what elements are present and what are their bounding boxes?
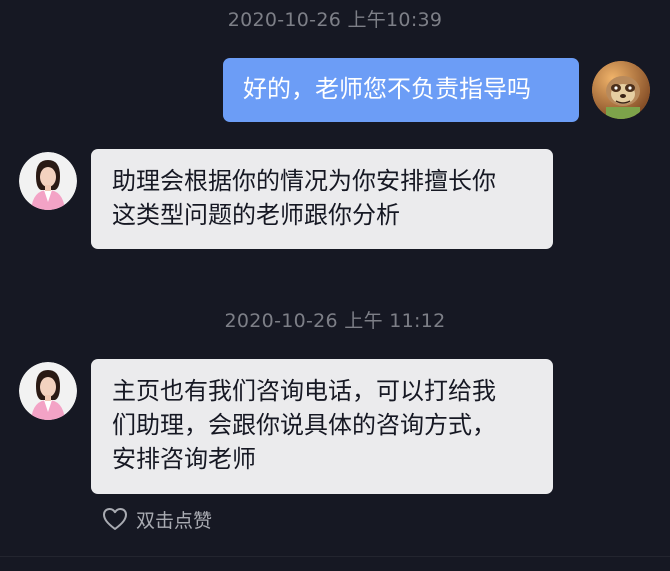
outgoing-message-bubble[interactable]: 好的，老师您不负责指导吗	[223, 58, 579, 122]
chat-timestamp: 2020-10-26 上午 11:12	[224, 310, 446, 332]
like-label: 双击点赞	[136, 509, 213, 532]
agent-avatar[interactable]	[19, 152, 77, 210]
like-action[interactable]: 双击点赞	[102, 504, 212, 534]
incoming-message-bubble[interactable]: 主页也有我们咨询电话，可以打给我 们助理，会跟你说具体的咨询方式， 安排咨询老师	[91, 359, 553, 494]
agent-avatar[interactable]	[19, 362, 77, 420]
chat-timestamp: 2020-10-26 上午10:39	[227, 9, 443, 31]
divider	[0, 556, 670, 557]
woman-avatar-icon	[19, 362, 77, 420]
incoming-message-bubble[interactable]: 助理会根据你的情况为你安排擅长你 这类型问题的老师跟你分析	[91, 149, 553, 249]
woman-avatar-icon	[19, 152, 77, 210]
sloth-avatar-icon	[592, 61, 650, 119]
user-avatar[interactable]	[592, 61, 650, 119]
heart-outline-icon	[103, 508, 127, 530]
